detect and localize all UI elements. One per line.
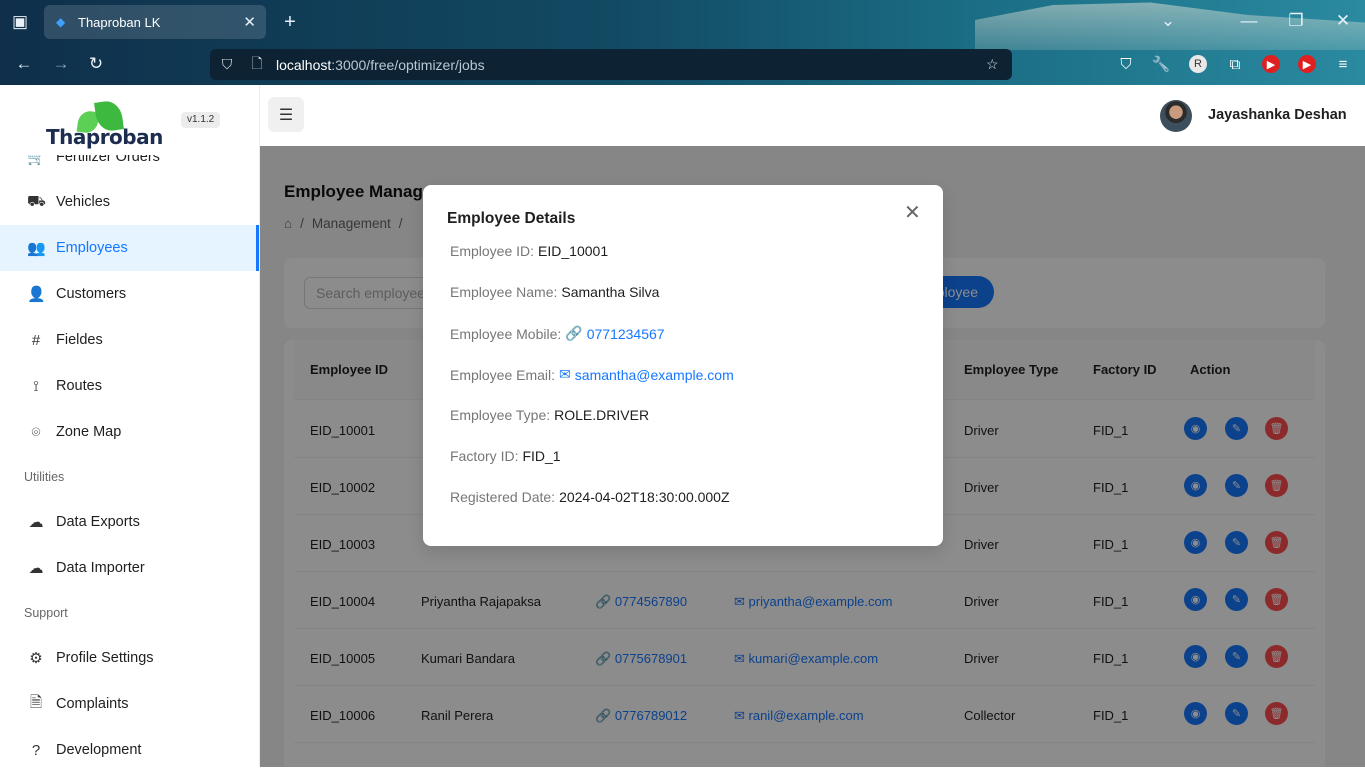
sidebar-item-label: Vehicles [56, 194, 111, 210]
map-pin-icon: ⌾ [31, 423, 41, 441]
detail-value: 2024-04-02T18:30:00.000Z [559, 489, 730, 505]
youtube-icon[interactable]: ▶ [1262, 55, 1280, 73]
user-name[interactable]: Jayashanka Deshan [1208, 107, 1347, 123]
detail-label: Employee ID [450, 243, 531, 259]
video-icon[interactable]: ▶ [1298, 55, 1316, 73]
cloud-upload-icon: ☁ [28, 514, 44, 531]
sidebar: 🛒 Fertilizer Orders Thaproban v1.1.2 ⛟ V… [0, 85, 260, 767]
sidebar-item-label: Routes [56, 378, 102, 394]
version-badge: v1.1.2 [181, 112, 221, 128]
detail-row: Employee Mobile: 🔗 0771234567 [450, 325, 665, 342]
detail-value: FID_1 [522, 448, 561, 464]
back-icon[interactable]: ← [13, 54, 35, 74]
menu-fold-icon: ☰ [278, 106, 294, 124]
sidebar-item-label: Profile Settings [56, 650, 154, 666]
users-icon: 👥 [27, 240, 46, 257]
logo-area: Thaproban v1.1.2 [0, 85, 259, 155]
restore-icon[interactable]: ❐ [1285, 11, 1307, 31]
employee-details-modal: Employee Details ✕ Employee ID: EID_10001… [423, 185, 943, 546]
sidebar-item-customers[interactable]: 👤 Customers [0, 271, 259, 317]
detail-row: Employee ID: EID_10001 [450, 243, 609, 259]
cloud-download-icon: ☁ [28, 560, 44, 577]
r-extension-icon[interactable]: R [1189, 55, 1207, 73]
sidebar-item-employees[interactable]: 👥 Employees [0, 225, 259, 271]
tab-overview-icon[interactable]: ▣ [9, 12, 31, 32]
section-utilities: Utilities [24, 470, 65, 484]
sidebar-item-development[interactable]: ? Development [0, 727, 259, 767]
sidebar-item-vehicles[interactable]: ⛟ Vehicles [0, 179, 259, 225]
section-support: Support [24, 606, 68, 620]
logo: Thaproban [46, 99, 163, 155]
sidebar-item-fieldes[interactable]: # Fieldes [0, 317, 259, 363]
detail-row: Employee Name: Samantha Silva [450, 284, 660, 300]
shield-icon[interactable]: ⛉ [218, 56, 236, 73]
mail-icon: ✉ [559, 366, 571, 382]
sidebar-item-label: Complaints [56, 696, 129, 712]
pocket-icon[interactable]: ⛉ [1117, 55, 1135, 73]
avatar[interactable] [1160, 100, 1192, 132]
sidebar-item-label: Data Exports [56, 514, 140, 530]
detail-value: Samantha Silva [561, 284, 660, 300]
detail-label: Employee Mobile [450, 325, 558, 342]
link-icon: 🔗 [565, 325, 583, 341]
app-header: ☰ Jayashanka Deshan [260, 85, 1365, 146]
minimize-icon[interactable]: — [1238, 11, 1260, 31]
extensions-icon[interactable]: ⧉ [1226, 55, 1244, 73]
hash-icon: # [31, 331, 41, 349]
new-tab-icon[interactable]: + [279, 12, 301, 32]
detail-label: Factory ID [450, 448, 515, 464]
detail-value: ROLE.DRIVER [554, 407, 650, 423]
detail-row: Employee Type: ROLE.DRIVER [450, 407, 650, 423]
sidebar-item-label: Customers [56, 286, 127, 302]
tab-close-icon[interactable]: ✕ [243, 13, 256, 31]
menu-toggle-button[interactable]: ☰ [268, 97, 304, 132]
user-icon: 👤 [27, 286, 46, 303]
reload-icon[interactable]: ↻ [85, 54, 107, 74]
logo-text: Thaproban [46, 125, 163, 149]
detail-value: EID_10001 [538, 243, 609, 259]
tab-strip: ▣ ◆ Thaproban LK ✕ + ⌄ — ❐ ✕ [0, 0, 1365, 44]
tab-title: Thaproban LK [78, 14, 161, 30]
detail-label: Employee Name [450, 284, 554, 300]
detail-label: Employee Type [450, 407, 547, 423]
detail-row: Employee Email: ✉ samantha@example.com [450, 366, 734, 383]
favicon-icon: ◆ [56, 15, 66, 29]
sidebar-item-data-exports[interactable]: ☁ Data Exports [0, 499, 259, 545]
detail-label: Employee Email [450, 366, 552, 383]
window-close-icon[interactable]: ✕ [1332, 11, 1354, 31]
detail-row: Factory ID: FID_1 [450, 448, 561, 464]
question-icon: ? [31, 741, 41, 759]
car-icon: ⛟ [27, 192, 46, 210]
sidebar-item-label: Development [56, 742, 142, 758]
browser-chrome: ▣ ◆ Thaproban LK ✕ + ⌄ — ❐ ✕ ← → ↻ ⛉ 🗋 l… [0, 0, 1365, 85]
sidebar-item-routes[interactable]: ⟟ Routes [0, 363, 259, 409]
list-tabs-icon[interactable]: ⌄ [1157, 11, 1179, 31]
url-bar[interactable]: ⛉ 🗋 localhost:3000/free/optimizer/jobs ☆ [210, 49, 1012, 80]
close-icon[interactable]: ✕ [904, 203, 921, 223]
sidebar-item-complaints[interactable]: 🗎 Complaints [0, 681, 259, 727]
sidebar-item-label: Data Importer [56, 560, 145, 576]
gear-icon: ⚙ [29, 650, 43, 667]
detail-value[interactable]: 0771234567 [587, 326, 665, 342]
route-icon: ⟟ [33, 377, 39, 395]
sidebar-item-profile-settings[interactable]: ⚙ Profile Settings [0, 635, 259, 681]
wrench-icon[interactable]: 🔧 [1152, 55, 1171, 73]
sidebar-item-data-importer[interactable]: ☁ Data Importer [0, 545, 259, 591]
url-host: localhost [276, 56, 332, 73]
sidebar-item-label: Employees [56, 240, 128, 256]
detail-value[interactable]: samantha@example.com [575, 367, 734, 383]
document-icon: 🗎 [29, 693, 43, 711]
detail-label: Registered Date [450, 489, 552, 505]
url-path: :3000/free/optimizer/jobs [331, 56, 485, 73]
sidebar-item-label: Zone Map [56, 424, 122, 440]
app-menu-icon[interactable]: ≡ [1334, 55, 1352, 73]
page-info-icon[interactable]: 🗋 [248, 53, 266, 77]
sidebar-item-zone-map[interactable]: ⌾ Zone Map [0, 409, 259, 455]
bookmark-star-icon[interactable]: ☆ [986, 56, 999, 73]
detail-row: Registered Date:2024-04-02T18:30:00.000Z [450, 489, 730, 505]
forward-icon[interactable]: → [50, 54, 72, 74]
sidebar-item-label: Fieldes [56, 332, 103, 348]
browser-tab[interactable]: ◆ Thaproban LK ✕ [44, 5, 266, 39]
modal-title: Employee Details [447, 210, 576, 227]
